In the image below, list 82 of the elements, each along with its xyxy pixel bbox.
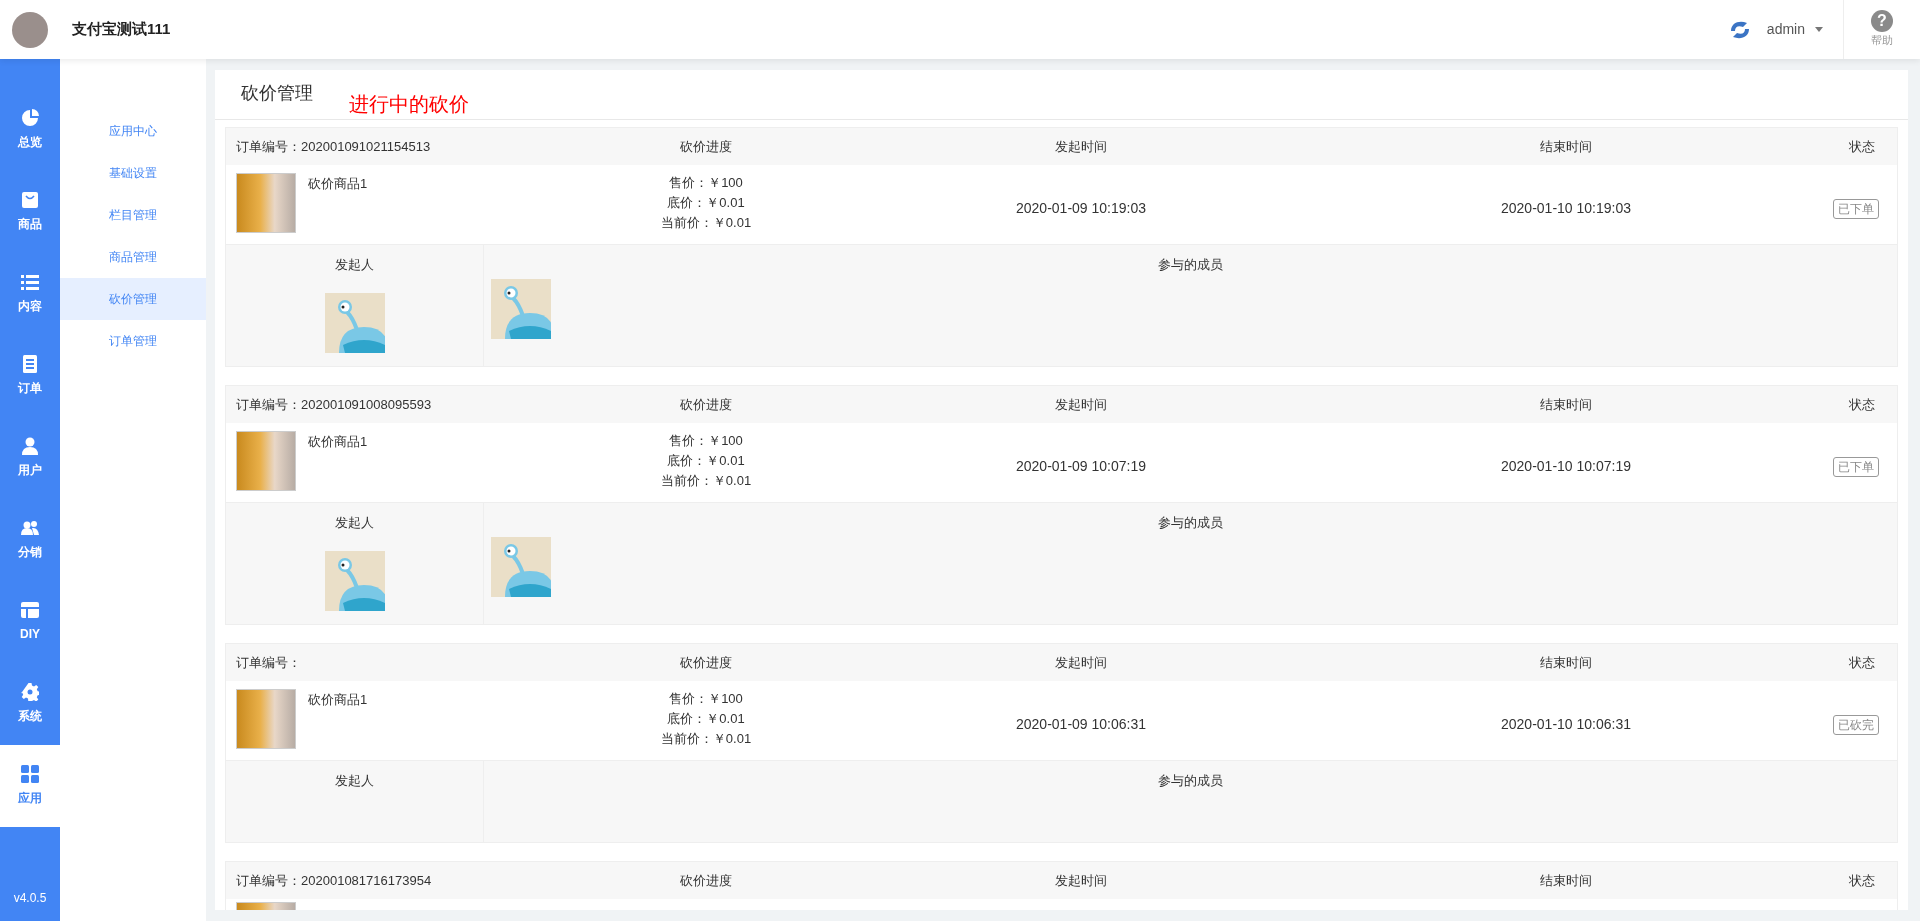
column-header: 砍价进度 bbox=[679, 871, 733, 890]
column-header: 结束时间 bbox=[1539, 137, 1593, 156]
product-name: 砍价商品1 bbox=[308, 691, 368, 709]
person-icon bbox=[21, 437, 39, 455]
column-header: 砍价进度 bbox=[679, 653, 733, 672]
shop-name: 支付宝测试111 bbox=[72, 19, 171, 40]
column-header: 状态 bbox=[1848, 871, 1876, 890]
sidebar-item[interactable]: 用户 bbox=[0, 417, 60, 499]
product-name: 砍价商品1 bbox=[308, 433, 368, 451]
price-text: 底价：￥0.01 bbox=[667, 452, 745, 470]
start-time: 2020-01-09 10:19:03 bbox=[1015, 199, 1147, 218]
column-header: 发起时间 bbox=[1054, 137, 1108, 156]
monster-avatar bbox=[491, 278, 551, 339]
monster-avatar bbox=[324, 550, 385, 611]
members-label: 参与的成员 bbox=[1157, 772, 1224, 790]
initiator-label: 发起人 bbox=[335, 256, 374, 274]
sidebar-item[interactable]: 系统 bbox=[0, 663, 60, 745]
column-header: 发起时间 bbox=[1054, 653, 1108, 672]
order-number: 订单编号：202001081716173954 bbox=[236, 871, 433, 890]
sidebar-item[interactable]: 总览 bbox=[0, 89, 60, 171]
photo-placeholder bbox=[236, 431, 296, 491]
monster-avatar bbox=[491, 536, 551, 597]
monster-avatar bbox=[324, 292, 385, 353]
grid-icon bbox=[21, 765, 39, 783]
sidebar-item[interactable]: DIY bbox=[0, 581, 60, 663]
document-icon bbox=[21, 355, 39, 373]
column-header: 发起时间 bbox=[1054, 395, 1108, 414]
price-text: 当前价：￥0.01 bbox=[660, 730, 752, 748]
column-header: 状态 bbox=[1848, 653, 1876, 672]
status-tag: 已下单 bbox=[1833, 198, 1879, 219]
avatar-placeholder bbox=[12, 11, 48, 48]
sidebar-item[interactable]: 商品 bbox=[0, 171, 60, 253]
end-time: 2020-01-10 10:19:03 bbox=[1500, 199, 1632, 218]
price-text: 当前价：￥0.01 bbox=[660, 214, 752, 232]
caret-icon bbox=[1815, 27, 1823, 32]
price-text: 当前价：￥0.01 bbox=[660, 472, 752, 490]
price-text: 售价：￥100 bbox=[669, 174, 743, 192]
bag-icon bbox=[21, 191, 39, 209]
layout-icon bbox=[21, 601, 39, 619]
end-time: 2020-01-10 10:07:19 bbox=[1500, 457, 1632, 476]
column-header: 发起时间 bbox=[1054, 871, 1108, 890]
initiator-label: 发起人 bbox=[335, 514, 374, 532]
members-label: 参与的成员 bbox=[1157, 514, 1224, 532]
status-tag: 已下单 bbox=[1833, 456, 1879, 477]
order-number: 订单编号：202001091008095593 bbox=[236, 395, 433, 414]
start-time: 2020-01-09 10:07:19 bbox=[1015, 457, 1147, 476]
sidebar-item[interactable]: 应用 bbox=[0, 745, 60, 827]
submenu-item[interactable]: 砍价管理 bbox=[60, 278, 206, 320]
price-text: 底价：￥0.01 bbox=[667, 710, 745, 728]
page-title: 砍价管理 bbox=[241, 82, 313, 105]
column-header: 结束时间 bbox=[1539, 871, 1593, 890]
sidebar-item[interactable]: 分销 bbox=[0, 499, 60, 581]
price-text: 底价：￥0.01 bbox=[667, 194, 745, 212]
pie-chart-icon bbox=[21, 109, 39, 127]
annotation-text: 进行中的砍价 bbox=[349, 92, 469, 117]
help-icon: ? bbox=[1871, 10, 1893, 33]
photo-placeholder bbox=[236, 689, 296, 749]
price-text: 售价：￥100 bbox=[669, 432, 743, 450]
column-header: 砍价进度 bbox=[679, 395, 733, 414]
order-number: 订单编号： bbox=[236, 653, 302, 672]
photo-placeholder bbox=[236, 173, 296, 233]
start-time: 2020-01-09 10:06:31 bbox=[1015, 715, 1147, 734]
version-label: v4.0.5 bbox=[12, 890, 48, 907]
column-header: 结束时间 bbox=[1539, 653, 1593, 672]
user-menu[interactable]: admin bbox=[1766, 19, 1843, 40]
initiator-label: 发起人 bbox=[335, 772, 374, 790]
price-text: 售价：￥100 bbox=[669, 690, 743, 708]
status-tag: 已砍完 bbox=[1833, 714, 1879, 735]
column-header: 结束时间 bbox=[1539, 395, 1593, 414]
members-label: 参与的成员 bbox=[1157, 256, 1224, 274]
list-icon bbox=[21, 273, 39, 291]
column-header: 状态 bbox=[1848, 395, 1876, 414]
help-button[interactable]: ? 帮助 bbox=[1844, 10, 1920, 49]
people-icon bbox=[21, 519, 39, 537]
sidebar-item[interactable]: 内容 bbox=[0, 253, 60, 335]
column-header: 状态 bbox=[1848, 137, 1876, 156]
product-name: 砍价商品1 bbox=[308, 175, 368, 193]
sidebar-item[interactable]: 订单 bbox=[0, 335, 60, 417]
order-number: 订单编号：202001091021154513 bbox=[236, 137, 432, 156]
end-time: 2020-01-10 10:06:31 bbox=[1500, 715, 1632, 734]
settings-icon bbox=[21, 683, 39, 701]
column-header: 砍价进度 bbox=[679, 137, 733, 156]
